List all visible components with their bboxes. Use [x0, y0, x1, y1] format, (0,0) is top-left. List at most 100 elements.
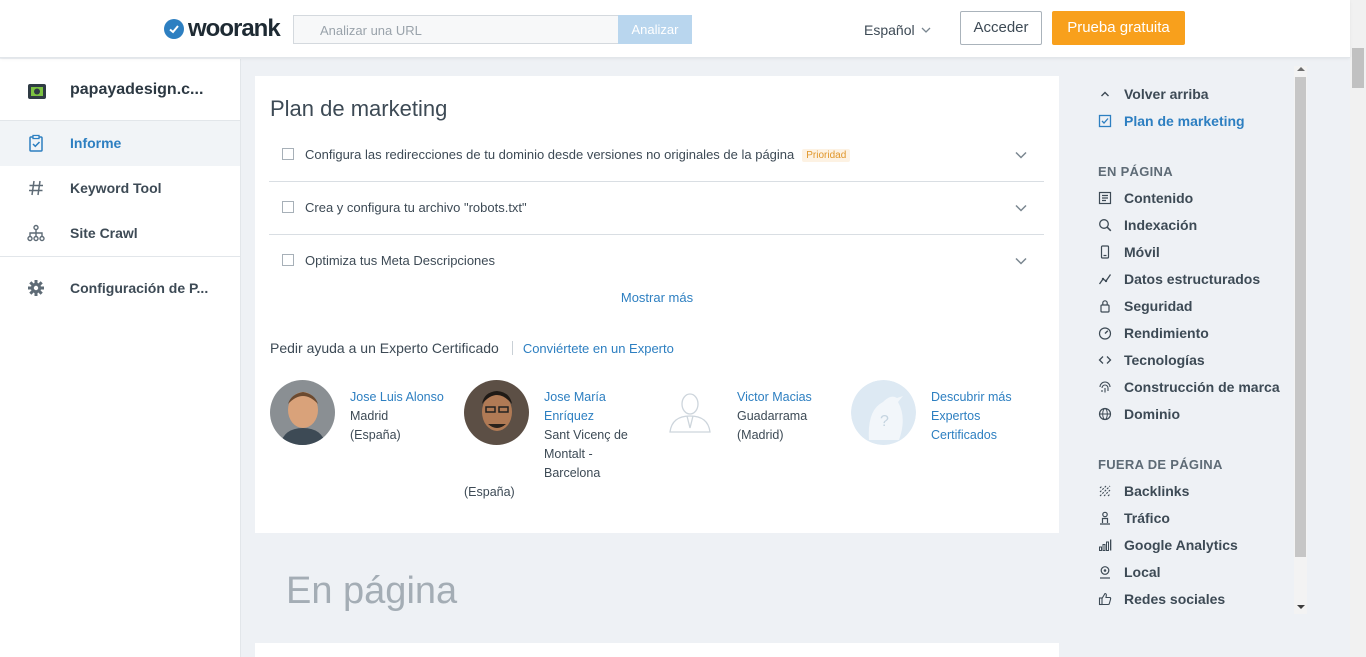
- avatar-placeholder-icon: [658, 380, 723, 445]
- nav-movil[interactable]: Móvil: [1098, 243, 1160, 261]
- sidebar-item-label: Configuración de P...: [70, 280, 209, 296]
- document-icon: [1098, 191, 1112, 205]
- back-to-top-link[interactable]: Volver arriba: [1098, 85, 1209, 103]
- globe-icon: [1098, 407, 1112, 421]
- chevron-up-icon: [1101, 91, 1109, 97]
- section-title: En página: [286, 570, 458, 612]
- login-button[interactable]: Acceder: [960, 11, 1042, 45]
- nav-tecnologias[interactable]: Tecnologías: [1098, 351, 1205, 369]
- expert-name[interactable]: Jose María: [544, 388, 644, 407]
- nav-label: Dominio: [1124, 406, 1180, 422]
- left-sidebar: papayadesign.c... Informe Keyword Tool S…: [0, 59, 241, 657]
- on-page-heading: EN PÁGINA: [1098, 164, 1173, 179]
- right-nav-scroll-thumb[interactable]: [1295, 77, 1306, 557]
- sidebar-item-informe[interactable]: Informe: [0, 121, 240, 166]
- nav-backlinks[interactable]: Backlinks: [1098, 482, 1189, 500]
- lock-icon: [1100, 300, 1110, 313]
- expert-location: (España): [350, 428, 401, 442]
- nav-label: Datos estructurados: [1124, 271, 1261, 287]
- off-page-heading: FUERA DE PÁGINA: [1098, 457, 1223, 472]
- nav-label: Contenido: [1124, 190, 1194, 206]
- task-checkbox[interactable]: [282, 148, 294, 160]
- scroll-down-arrow-icon[interactable]: [1297, 605, 1305, 609]
- nav-label: Redes sociales: [1124, 591, 1226, 607]
- backlinks-icon: [1099, 485, 1111, 497]
- nav-contenido[interactable]: Contenido: [1098, 189, 1193, 207]
- expert-location: Sant Vicenç de: [544, 428, 628, 442]
- nav-label: Construcción de marca: [1124, 379, 1280, 395]
- expert-name[interactable]: Jose Luis Alonso: [350, 388, 460, 407]
- task-row[interactable]: Configura las redirecciones de tu domini…: [269, 129, 1044, 182]
- language-selector[interactable]: Español: [864, 22, 931, 38]
- sidebar-item-settings[interactable]: Configuración de P...: [0, 266, 240, 311]
- nav-label: Local: [1124, 564, 1161, 580]
- nav-seguridad[interactable]: Seguridad: [1098, 297, 1192, 315]
- fingerprint-icon: [1099, 381, 1111, 393]
- nav-datos-estructurados[interactable]: Datos estructurados: [1098, 270, 1260, 288]
- nav-indexacion[interactable]: Indexación: [1098, 216, 1197, 234]
- on-page-card: [255, 643, 1059, 657]
- task-row[interactable]: Crea y configura tu archivo "robots.txt": [269, 182, 1044, 235]
- expert-help-row: Pedir ayuda a un Experto Certificado Conv…: [270, 340, 674, 356]
- nav-marketing-plan[interactable]: Plan de marketing: [1098, 112, 1245, 130]
- discover-text[interactable]: Certificados: [931, 426, 1041, 445]
- become-expert-link[interactable]: Conviértete en un Experto: [523, 341, 674, 356]
- task-text: Configura las redirecciones de tu domini…: [305, 147, 851, 162]
- expert-location: Montalt -: [544, 447, 593, 461]
- nav-label: Google Analytics: [1124, 537, 1238, 553]
- woorank-logo[interactable]: woorank: [164, 17, 281, 41]
- nav-label: Plan de marketing: [1124, 113, 1245, 129]
- sidebar-divider: [0, 256, 240, 257]
- person-icon: [1100, 511, 1110, 525]
- sidebar-item-label: Site Crawl: [70, 225, 138, 241]
- discover-text[interactable]: Expertos: [931, 407, 1041, 426]
- free-trial-button[interactable]: Prueba gratuita: [1052, 11, 1185, 45]
- expert-help-text[interactable]: Pedir ayuda a un Experto Certificado: [270, 340, 499, 356]
- page-scroll-thumb[interactable]: [1352, 48, 1364, 88]
- speedometer-icon: [1098, 327, 1112, 340]
- line-chart-icon: [1098, 274, 1112, 285]
- nav-dominio[interactable]: Dominio: [1098, 405, 1180, 423]
- nav-google-analytics[interactable]: Google Analytics: [1098, 536, 1238, 554]
- sidebar-item-keyword-tool[interactable]: Keyword Tool: [0, 166, 240, 211]
- expert-name[interactable]: Victor Macias: [737, 388, 847, 407]
- nav-redes-sociales[interactable]: Redes sociales: [1098, 590, 1225, 608]
- expert-location: Barcelona: [544, 466, 601, 480]
- url-input[interactable]: Analizar una URL: [293, 15, 619, 44]
- thumbs-up-icon: [1098, 592, 1112, 606]
- show-more-link[interactable]: Mostrar más: [255, 290, 1059, 305]
- chevron-down-icon[interactable]: [1014, 148, 1028, 162]
- site-favicon-icon: [28, 84, 46, 99]
- analyze-button[interactable]: Analizar: [618, 15, 692, 44]
- chevron-down-icon[interactable]: [1014, 201, 1028, 215]
- nav-rendimiento[interactable]: Rendimiento: [1098, 324, 1209, 342]
- nav-local[interactable]: Local: [1098, 563, 1161, 581]
- nav-label: Tecnologías: [1124, 352, 1205, 368]
- bird-mascot-icon: ?: [851, 380, 916, 445]
- nav-construccion-marca[interactable]: Construcción de marca: [1098, 378, 1280, 396]
- expert-location: Madrid: [350, 409, 389, 423]
- task-text: Crea y configura tu archivo "robots.txt": [305, 200, 527, 215]
- chevron-down-icon: [921, 27, 931, 33]
- search-icon: [1099, 219, 1112, 232]
- nav-label: Tráfico: [1124, 510, 1170, 526]
- sidebar-item-label: Keyword Tool: [70, 180, 162, 196]
- sitemap-icon: [27, 224, 45, 242]
- hash-icon: [29, 180, 43, 196]
- nav-trafico[interactable]: Tráfico: [1098, 509, 1170, 527]
- svg-text:?: ?: [880, 413, 889, 430]
- bar-chart-icon: [1099, 539, 1112, 551]
- scroll-up-arrow-icon[interactable]: [1297, 67, 1305, 71]
- chevron-down-icon[interactable]: [1014, 254, 1028, 268]
- task-checkbox[interactable]: [282, 201, 294, 213]
- site-header[interactable]: papayadesign.c...: [0, 59, 240, 121]
- nav-label: Volver arriba: [1124, 86, 1209, 102]
- page-scrollbar[interactable]: [1350, 0, 1366, 657]
- task-checkbox[interactable]: [282, 254, 294, 266]
- task-row[interactable]: Optimiza tus Meta Descripciones: [269, 235, 1044, 288]
- language-label: Español: [864, 22, 915, 38]
- expert-name[interactable]: Enríquez: [544, 407, 644, 426]
- sidebar-item-site-crawl[interactable]: Site Crawl: [0, 211, 240, 256]
- sidebar-item-label: Informe: [70, 135, 122, 151]
- discover-text[interactable]: Descubrir más: [931, 388, 1041, 407]
